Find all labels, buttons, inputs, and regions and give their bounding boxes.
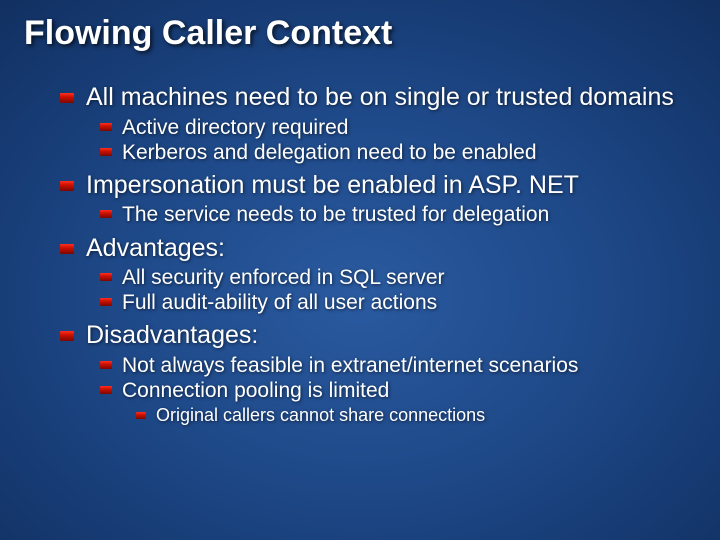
list-item: All security enforced in SQL server [100,265,690,290]
bullet-text: The service needs to be trusted for dele… [122,203,549,226]
bullet-list: All machines need to be on single or tru… [60,83,690,427]
bullet-list: Not always feasible in extranet/internet… [100,353,690,427]
list-item: All machines need to be on single or tru… [60,83,690,165]
bullet-text: Connection pooling is limited [122,379,389,402]
bullet-text: All security enforced in SQL server [122,266,445,289]
list-item: Active directory required [100,115,690,140]
bullet-text: Disadvantages: [86,321,258,349]
bullet-text: All machines need to be on single or tru… [86,83,674,111]
bullet-text: Active directory required [122,116,348,139]
slide-title: Flowing Caller Context [0,0,720,53]
bullet-list: Active directory required Kerberos and d… [100,115,690,165]
list-item: The service needs to be trusted for dele… [100,202,690,227]
list-item: Original callers cannot share connection… [136,405,690,427]
bullet-text: Impersonation must be enabled in ASP. NE… [86,171,579,199]
slide-body: All machines need to be on single or tru… [0,53,720,427]
list-item: Disadvantages: Not always feasible in ex… [60,321,690,426]
bullet-text: Not always feasible in extranet/internet… [122,354,578,377]
bullet-list: Original callers cannot share connection… [136,405,690,427]
list-item: Connection pooling is limited Original c… [100,378,690,427]
list-item: Not always feasible in extranet/internet… [100,353,690,378]
bullet-list: The service needs to be trusted for dele… [100,202,690,227]
list-item: Impersonation must be enabled in ASP. NE… [60,171,690,228]
bullet-text: Full audit-ability of all user actions [122,291,437,314]
bullet-list: All security enforced in SQL server Full… [100,265,690,315]
list-item: Kerberos and delegation need to be enabl… [100,140,690,165]
list-item: Full audit-ability of all user actions [100,290,690,315]
bullet-text: Kerberos and delegation need to be enabl… [122,141,537,164]
bullet-text: Advantages: [86,234,225,262]
bullet-text: Original callers cannot share connection… [156,405,485,425]
list-item: Advantages: All security enforced in SQL… [60,234,690,316]
